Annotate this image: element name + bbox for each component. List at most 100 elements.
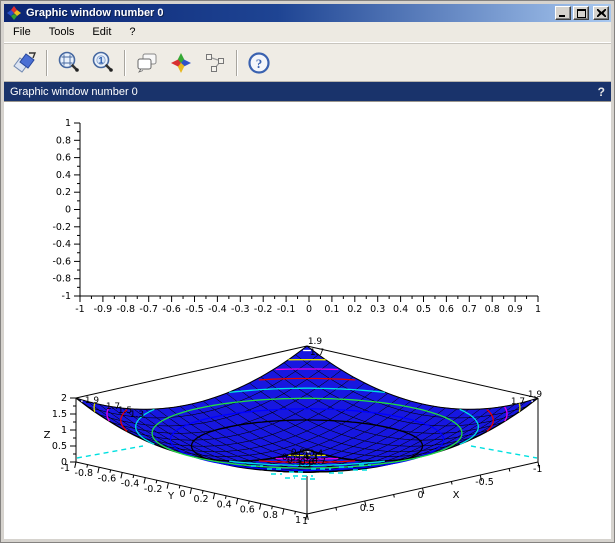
svg-text:2: 2 [61, 393, 67, 404]
svg-text:-1: -1 [533, 464, 542, 475]
svg-text:-1: -1 [62, 291, 71, 302]
svg-text:1: 1 [65, 118, 71, 129]
rotate-3d-button[interactable] [166, 48, 196, 78]
svg-text:1: 1 [302, 516, 308, 527]
maximize-icon [577, 9, 586, 18]
svg-text:-0.6: -0.6 [52, 256, 71, 267]
svg-text:0.2: 0.2 [347, 304, 362, 315]
zoom-area-button[interactable] [54, 48, 84, 78]
svg-text:-0.3: -0.3 [231, 304, 250, 315]
svg-text:0.4: 0.4 [56, 170, 71, 181]
svg-text:0.4: 0.4 [217, 499, 232, 510]
svg-text:0.2: 0.2 [193, 494, 208, 505]
figure-drawing[interactable]: -1-0.9-0.8-0.7-0.6-0.5-0.4-0.3-0.2-0.100… [4, 102, 613, 542]
svg-text:-0.2: -0.2 [52, 222, 71, 233]
svg-text:1.7: 1.7 [310, 348, 324, 358]
svg-text:0.3: 0.3 [370, 304, 385, 315]
title-bar[interactable]: Graphic window number 0 [4, 4, 611, 22]
svg-text:-0.6: -0.6 [98, 473, 117, 484]
figure-info-text: Graphic window number 0 [10, 86, 138, 98]
svg-text:0.6: 0.6 [439, 304, 454, 315]
menu-tools[interactable]: Tools [40, 23, 84, 41]
svg-text:1.9: 1.9 [528, 390, 543, 400]
svg-text:X: X [453, 490, 460, 501]
graphics-editor-button[interactable] [132, 48, 162, 78]
svg-text:1: 1 [295, 515, 301, 526]
svg-text:0: 0 [61, 457, 67, 468]
svg-text:1.9: 1.9 [308, 337, 323, 347]
svg-text:1.5: 1.5 [52, 409, 67, 420]
svg-text:0: 0 [418, 490, 424, 501]
maximize-button[interactable] [573, 6, 589, 20]
infobar-help-button[interactable]: ? [598, 85, 605, 99]
toolbar-separator [124, 50, 126, 76]
svg-text:-0.4: -0.4 [208, 304, 227, 315]
svg-text:0.8: 0.8 [263, 510, 278, 521]
menu-help[interactable]: ? [120, 23, 144, 41]
svg-text:0.6: 0.6 [56, 153, 71, 164]
svg-text:1.3: 1.3 [297, 460, 311, 470]
scilab-app-icon [6, 5, 22, 21]
svg-text:0.9: 0.9 [508, 304, 523, 315]
close-button[interactable] [593, 6, 609, 20]
window-controls [555, 6, 609, 20]
rotate-3d-icon [168, 50, 194, 76]
zoom-area-icon [56, 50, 82, 76]
menu-bar: File Tools Edit ? [4, 22, 611, 43]
toolbar-separator [236, 50, 238, 76]
menu-edit[interactable]: Edit [83, 23, 120, 41]
svg-text:0.5: 0.5 [416, 304, 431, 315]
svg-text:-0.7: -0.7 [139, 304, 158, 315]
svg-text:-0.8: -0.8 [75, 468, 94, 479]
svg-text:1.3: 1.3 [130, 410, 144, 420]
figure-info-bar: Graphic window number 0 ? [4, 82, 611, 101]
graphics-editor-icon [134, 50, 160, 76]
svg-text:0.9: 0.9 [291, 448, 306, 458]
svg-text:0: 0 [306, 304, 312, 315]
minimize-button[interactable] [555, 6, 571, 20]
svg-text:0.4: 0.4 [393, 304, 408, 315]
help-icon: ? [246, 50, 272, 76]
svg-text:-0.4: -0.4 [52, 239, 71, 250]
plot-canvas[interactable]: -1-0.9-0.8-0.7-0.6-0.5-0.4-0.3-0.2-0.100… [4, 101, 611, 539]
export-figure-icon [12, 50, 38, 76]
svg-text:0.8: 0.8 [56, 135, 71, 146]
svg-text:1.9: 1.9 [85, 396, 100, 406]
svg-text:-0.8: -0.8 [52, 274, 71, 285]
svg-text:-0.4: -0.4 [121, 479, 140, 490]
svg-text:-0.9: -0.9 [94, 304, 113, 315]
svg-text:-0.2: -0.2 [144, 484, 163, 495]
svg-text:-0.1: -0.1 [277, 304, 296, 315]
svg-text:-1: -1 [75, 304, 84, 315]
svg-text:-0.5: -0.5 [475, 477, 494, 488]
close-icon [597, 9, 606, 17]
svg-text:1: 1 [535, 304, 541, 315]
svg-text:0.2: 0.2 [56, 187, 71, 198]
svg-text:0.5: 0.5 [52, 441, 67, 452]
export-figure-button[interactable] [10, 48, 40, 78]
window-title: Graphic window number 0 [26, 7, 555, 19]
svg-text:0: 0 [65, 205, 71, 216]
datatips-button[interactable] [200, 48, 230, 78]
svg-text:1: 1 [98, 55, 103, 65]
svg-text:-0.2: -0.2 [254, 304, 273, 315]
minimize-icon [559, 9, 567, 17]
svg-text:0.7: 0.7 [462, 304, 477, 315]
svg-text:Z: Z [44, 430, 51, 441]
svg-text:-0.6: -0.6 [162, 304, 181, 315]
svg-text:0.1: 0.1 [324, 304, 339, 315]
svg-text:-0.5: -0.5 [185, 304, 204, 315]
svg-text:0.6: 0.6 [240, 505, 255, 516]
toolbar-separator [46, 50, 48, 76]
svg-text:1: 1 [61, 425, 67, 436]
help-button[interactable]: ? [244, 48, 274, 78]
menu-file[interactable]: File [4, 23, 40, 41]
svg-text:1.7: 1.7 [511, 397, 525, 407]
svg-text:0: 0 [179, 489, 185, 500]
scilab-graphic-window: Graphic window number 0 File Tools Edit … [0, 0, 615, 543]
datatips-icon [202, 50, 228, 76]
svg-text:?: ? [256, 56, 263, 71]
zoom-original-button[interactable]: 1 [88, 48, 118, 78]
svg-text:0.5: 0.5 [360, 503, 375, 514]
zoom-original-icon: 1 [90, 50, 116, 76]
